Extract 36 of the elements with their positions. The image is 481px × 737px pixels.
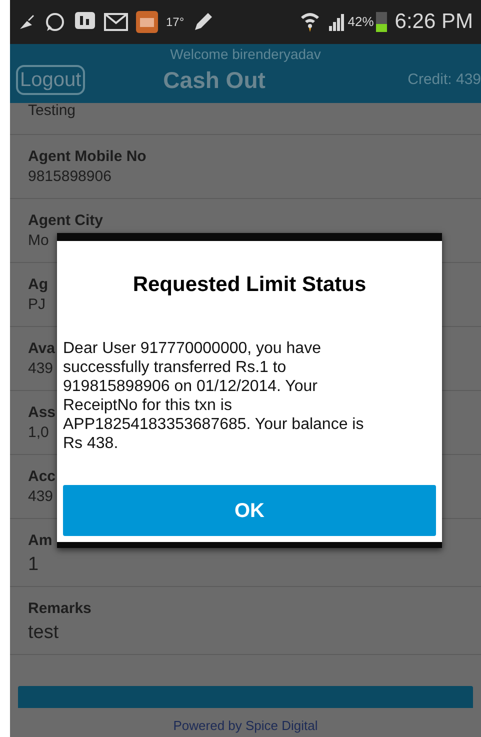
field-value: 1,0	[28, 423, 49, 443]
field-label: Ag	[28, 275, 48, 295]
field-label: Remarks	[28, 599, 92, 619]
dialog-message: Dear User 917770000000, you have successfully transferred Rs.1 to 919815898906 on 01/12/2014. Your ReceiptNo for this txn is APP18254183353687685. Your balance is Rs 438.	[63, 338, 365, 452]
temperature-text: 17°	[166, 14, 184, 31]
app-icon	[136, 11, 158, 33]
field-value: test	[28, 621, 59, 645]
footer-text: Powered by Spice Digital	[173, 716, 318, 735]
field-label: Agent City	[28, 211, 103, 231]
field-value: 1	[28, 553, 39, 577]
pencil-icon	[192, 11, 214, 33]
dialog-title: Requested Limit Status	[132, 272, 366, 298]
mail-icon	[104, 13, 128, 31]
field-value: Mo	[28, 231, 49, 251]
field-label: Ava	[28, 339, 55, 359]
logout-button[interactable]: Logout	[16, 65, 86, 96]
signal-icon	[328, 13, 346, 31]
field-label: Am	[28, 531, 52, 551]
ok-button[interactable]: OK	[63, 485, 436, 536]
field-value: 439	[28, 359, 54, 379]
field-value: 9815898906	[28, 167, 112, 187]
welcome-text: Welcome birenderyadav	[170, 45, 321, 63]
wifi-icon	[300, 11, 320, 33]
field-value: 439	[28, 487, 54, 507]
field-label: Agent Mobile No	[28, 147, 146, 167]
page-title: Cash Out	[163, 66, 266, 95]
credit-text: Credit: 439	[408, 70, 481, 90]
battery-icon	[376, 12, 387, 32]
field-label: Ass	[28, 403, 56, 423]
field-value: Testing	[28, 101, 76, 121]
chat-bubble-icon	[44, 11, 66, 33]
field-value: PJ	[28, 295, 46, 315]
get-details-button[interactable]	[18, 686, 473, 708]
field-label: Acc	[28, 467, 56, 487]
clock-time: 6:26 PM	[394, 9, 473, 36]
battery-percent: 42%	[348, 13, 374, 32]
